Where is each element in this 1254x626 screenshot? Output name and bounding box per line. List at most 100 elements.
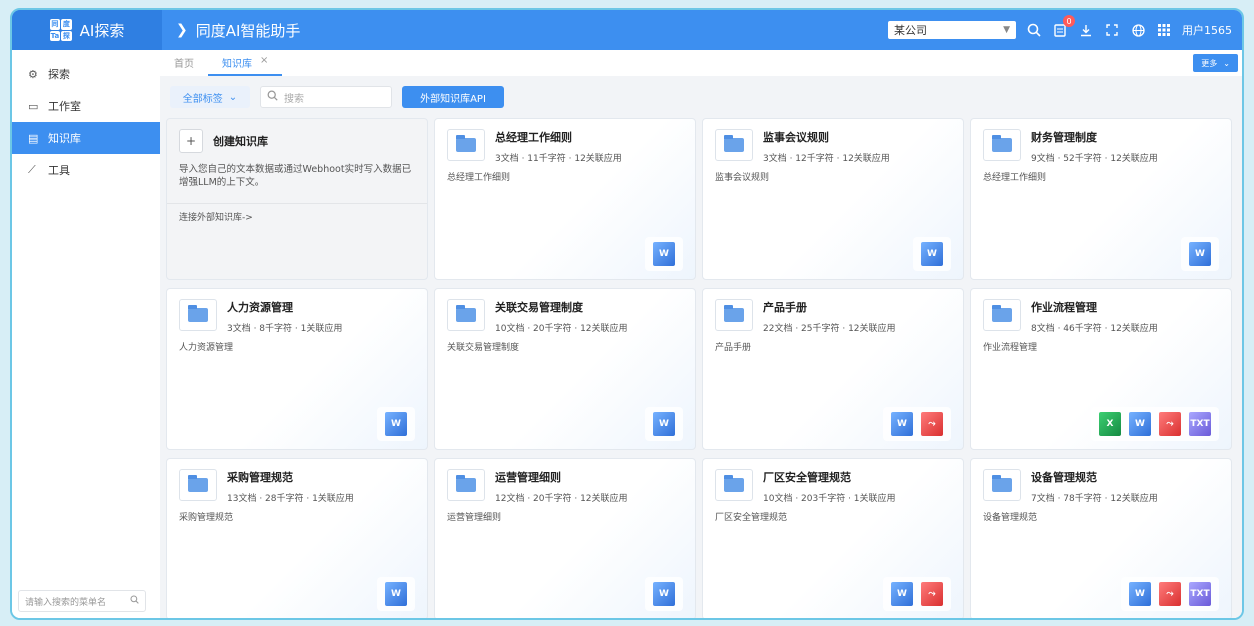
card-title: 厂区安全管理规范 [763,471,851,484]
tab-home[interactable]: 首页 [160,55,208,76]
sidebar-item-knowledge[interactable]: ▤ 知识库 [12,122,160,154]
tag-filter-dropdown[interactable]: 全部标签 ⌄ [170,86,250,108]
monitor-icon: ▭ [28,99,39,113]
sidebar-item-explore[interactable]: ⚙ 探索 [12,58,160,90]
card-title: 总经理工作细则 [495,131,572,144]
user-name[interactable]: 用户1565 [1182,22,1232,38]
card-meta: 10文档 · 20千字符 · 12关联应用 [495,324,628,334]
card-meta: 3文档 · 12千字符 · 12关联应用 [763,154,890,164]
folder-icon [983,469,1021,501]
folder-icon [447,299,485,331]
more-button[interactable]: 更多 ⌄ [1193,54,1238,72]
folder-icon [447,469,485,501]
file-type-icons: W ⤳ [883,407,951,441]
knowledge-card[interactable]: 作业流程管理 8文档 · 46千字符 · 12关联应用 作业流程管理 X W ⤳ TX… [970,288,1232,450]
brand[interactable]: 同度 Ta 探 AI探索 [12,10,162,50]
pdf-file-icon: ⤳ [921,412,943,436]
knowledge-card[interactable]: 关联交易管理制度 10文档 · 20千字符 · 12关联应用 关联交易管理制度 … [434,288,696,450]
folder-icon [179,299,217,331]
pdf-file-icon: ⤳ [1159,582,1181,606]
card-meta: 13文档 · 28千字符 · 1关联应用 [227,494,354,504]
close-icon[interactable]: × [260,55,268,70]
card-meta: 3文档 · 8千字符 · 1关联应用 [227,324,343,334]
explore-icon: ⚙ [28,67,38,81]
word-file-icon: W [891,582,913,606]
toolbar: 全部标签 ⌄ 搜索 外部知识库API [170,86,504,108]
notification-icon[interactable]: 0 [1052,15,1075,38]
knowledge-card[interactable]: 财务管理制度 9文档 · 52千字符 · 12关联应用 总经理工作细则 W [970,118,1232,280]
logo-icon: 同度 Ta 探 [49,19,72,41]
card-description: 监事会议规则 [715,173,770,183]
create-knowledge-card[interactable]: + 创建知识库 导入您自己的文本数据或通过Webhoot实时写入数据已增强LLM… [166,118,428,280]
folder-icon [983,129,1021,161]
top-bar: 同度 Ta 探 AI探索 ❯ 同度AI智能助手 某公司 ▼ 0 用户1565 [12,10,1242,50]
search-placeholder: 搜索 [284,93,304,105]
create-title: 创建知识库 [213,135,268,148]
folder-icon [983,299,1021,331]
chevron-down-icon: ⌄ [228,91,238,103]
card-meta: 7文档 · 78千字符 · 12关联应用 [1031,494,1158,504]
card-title: 作业流程管理 [1031,301,1097,314]
fullscreen-icon[interactable] [1104,22,1120,38]
search-icon[interactable] [1026,22,1042,38]
knowledge-card[interactable]: 运营管理细则 12文档 · 20千字符 · 12关联应用 运营管理细则 W [434,458,696,618]
file-type-icons: W ⤳ [883,577,951,611]
knowledge-card[interactable]: 监事会议规则 3文档 · 12千字符 · 12关联应用 监事会议规则 W [702,118,964,280]
tab-knowledge[interactable]: 知识库 × [208,55,283,76]
file-type-icons: W [377,577,415,611]
knowledge-card[interactable]: 厂区安全管理规范 10文档 · 203千字符 · 1关联应用 厂区安全管理规范 … [702,458,964,618]
globe-icon[interactable] [1130,22,1146,38]
file-type-icons: W [645,407,683,441]
plus-icon: + [179,129,203,153]
knowledge-card[interactable]: 采购管理规范 13文档 · 28千字符 · 1关联应用 采购管理规范 W [166,458,428,618]
breadcrumb: ❯ 同度AI智能助手 [176,20,300,41]
card-meta: 10文档 · 203千字符 · 1关联应用 [763,494,896,504]
download-icon[interactable] [1078,22,1094,38]
card-meta: 12文档 · 20千字符 · 12关联应用 [495,494,628,504]
card-title: 人力资源管理 [227,301,293,314]
create-description: 导入您自己的文本数据或通过Webhoot实时写入数据已增强LLM的上下文。 [179,164,412,188]
file-type-icons: W ⤳ TXT [1121,577,1219,611]
breadcrumb-title: 同度AI智能助手 [195,21,301,40]
knowledge-card[interactable]: 人力资源管理 3文档 · 8千字符 · 1关联应用 人力资源管理 W [166,288,428,450]
sidebar-item-studio[interactable]: ▭ 工作室 [12,90,160,122]
page-tabs: 首页 知识库 × 更多 ⌄ [160,50,1242,77]
card-meta: 3文档 · 11千字符 · 12关联应用 [495,154,622,164]
sidebar-item-label: 工具 [48,164,70,177]
card-title: 设备管理规范 [1031,471,1097,484]
sidebar-item-label: 探索 [48,68,70,81]
word-file-icon: W [1129,582,1151,606]
external-api-button[interactable]: 外部知识库API [402,86,504,108]
menu-search-input[interactable]: 请输入搜索的菜单名 [18,590,146,612]
card-description: 总经理工作细则 [447,173,511,183]
file-type-icons: W [377,407,415,441]
card-description: 厂区安全管理规范 [715,513,788,523]
chevron-right-icon: ❯ [176,22,188,38]
knowledge-card[interactable]: 设备管理规范 7文档 · 78千字符 · 12关联应用 设备管理规范 W ⤳ TXT [970,458,1232,618]
file-type-icons: W [1181,237,1219,271]
card-description: 总经理工作细则 [983,173,1047,183]
search-icon [130,595,139,607]
card-meta: 22文档 · 25千字符 · 12关联应用 [763,324,896,334]
card-description: 人力资源管理 [179,343,234,353]
txt-file-icon: TXT [1189,582,1211,606]
word-file-icon: W [385,582,407,606]
file-type-icons: W [913,237,951,271]
company-select[interactable]: 某公司 ▼ [888,21,1016,39]
search-input[interactable]: 搜索 [260,86,392,108]
app-window: 同度 Ta 探 AI探索 ❯ 同度AI智能助手 某公司 ▼ 0 用户1565 ⚙… [10,8,1244,620]
pdf-file-icon: ⤳ [1159,412,1181,436]
card-title: 运营管理细则 [495,471,561,484]
folder-icon [447,129,485,161]
connect-external-link[interactable]: 连接外部知识库-> [167,203,427,229]
folder-icon [715,469,753,501]
tool-icon: ⟋ [28,163,36,176]
tag-filter-label: 全部标签 [182,93,223,105]
grid-icon[interactable] [1156,22,1172,38]
knowledge-card[interactable]: 产品手册 22文档 · 25千字符 · 12关联应用 产品手册 W ⤳ [702,288,964,450]
knowledge-card[interactable]: 总经理工作细则 3文档 · 11千字符 · 12关联应用 总经理工作细则 W [434,118,696,280]
menu-search-placeholder: 请输入搜索的菜单名 [25,597,107,608]
word-file-icon: W [653,412,675,436]
word-file-icon: W [891,412,913,436]
sidebar-item-tools[interactable]: ⟋ 工具 [12,154,160,186]
